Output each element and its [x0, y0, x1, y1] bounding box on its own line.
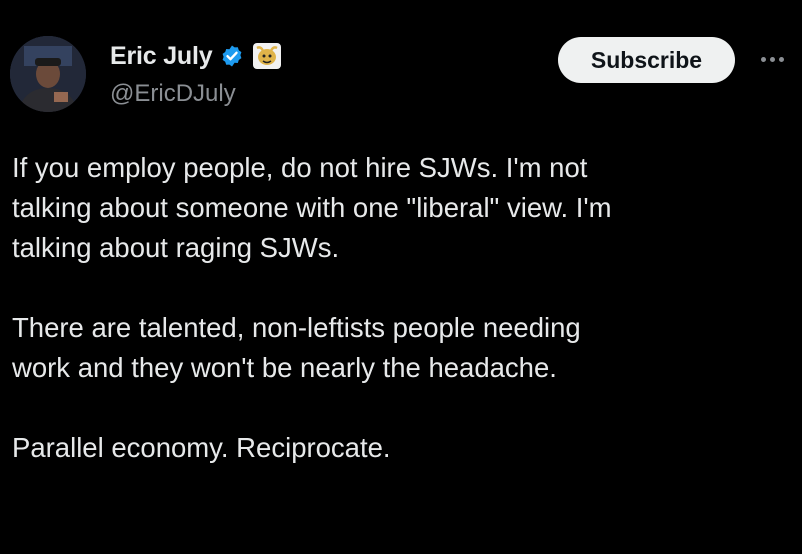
- more-dot: [769, 56, 775, 62]
- author-handle[interactable]: @EricDJuly: [110, 80, 236, 108]
- author-name[interactable]: Eric July: [110, 42, 213, 71]
- affiliate-badge-icon[interactable]: [252, 42, 282, 70]
- more-dot: [778, 56, 784, 62]
- more-options-icon[interactable]: [752, 48, 792, 70]
- subscribe-button[interactable]: Subscribe: [558, 37, 735, 83]
- tweet-body: If you employ people, do not hire SJWs. …: [12, 148, 792, 508]
- tweet-paragraph: Parallel economy. Reciprocate.: [12, 432, 391, 463]
- more-dot: [760, 56, 766, 62]
- tweet-paragraph: There are talented, non-leftists people …: [12, 312, 581, 383]
- verified-badge-icon: [220, 44, 244, 68]
- author-name-row: Eric July: [110, 38, 282, 74]
- tweet-paragraph: If you employ people, do not hire SJWs. …: [12, 152, 612, 263]
- tweet-header: Eric July @EricDJuly Subscribe: [0, 0, 802, 130]
- profile-avatar-icon[interactable]: [10, 36, 86, 112]
